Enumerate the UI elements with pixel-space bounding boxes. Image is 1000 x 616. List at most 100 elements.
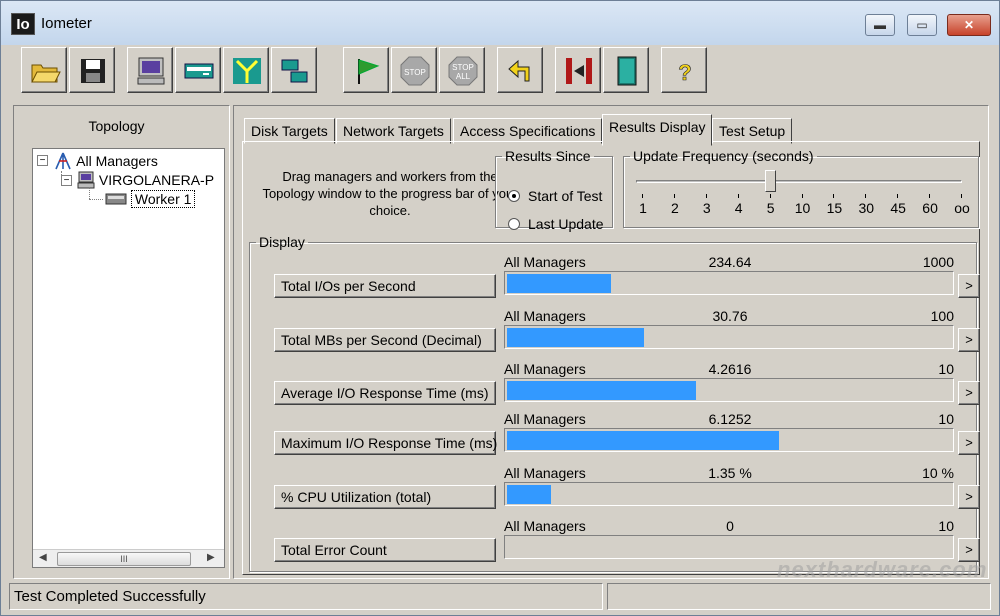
tree-label-worker: Worker 1 bbox=[130, 190, 196, 208]
iometer-app-icon: Io bbox=[11, 13, 35, 35]
scroll-right-arrow-icon[interactable]: ▶ bbox=[207, 552, 215, 563]
frequency-tick-label: 15 bbox=[826, 200, 843, 216]
topology-tree[interactable]: − All Managers − VIRGOLANERA-P Worker 1 … bbox=[32, 148, 225, 568]
frequency-tick-label: 30 bbox=[858, 200, 875, 216]
metric-progress-bar[interactable] bbox=[504, 428, 954, 452]
save-config-button[interactable] bbox=[69, 47, 115, 93]
toolbar: STOP STOP ALL ? bbox=[9, 45, 993, 99]
help-icon: ? bbox=[678, 60, 692, 86]
metric-expand-button[interactable]: > bbox=[958, 274, 980, 298]
metric-select-button-error-count[interactable]: Total Error Count bbox=[274, 538, 496, 562]
status-text: Test Completed Successfully bbox=[9, 583, 603, 610]
tree-collapse-root[interactable]: − bbox=[37, 155, 48, 166]
tree-item-manager[interactable]: VIRGOLANERA-P bbox=[77, 171, 214, 189]
update-frequency-label: Update Frequency (seconds) bbox=[633, 148, 814, 164]
title-bar[interactable]: Io Iometer ▬ ▭ ✕ bbox=[1, 1, 999, 45]
start-managers-button[interactable] bbox=[555, 47, 601, 93]
metric-max: 1000 bbox=[922, 254, 954, 270]
metric-max: 10 bbox=[938, 518, 954, 534]
maximize-button[interactable]: ▭ bbox=[907, 14, 937, 36]
new-disk-worker-button[interactable] bbox=[127, 47, 173, 93]
frequency-tick-label: 45 bbox=[890, 200, 906, 216]
results-display-panel: Drag managers and workers from the Topol… bbox=[242, 141, 980, 575]
main-pane: Disk Targets Network Targets Access Spec… bbox=[233, 105, 989, 579]
stop-icon: STOP bbox=[400, 56, 430, 86]
scroll-thumb[interactable]: III bbox=[57, 552, 191, 566]
display-group: Display All Managers 234.64 1000 Total I/Os… bbox=[249, 234, 980, 572]
all-managers-icon bbox=[55, 152, 71, 170]
frequency-tick-mark bbox=[897, 194, 899, 198]
metric-select-button-avg-response-time[interactable]: Average I/O Response Time (ms) bbox=[274, 381, 496, 405]
metric-select-button-total-mbs[interactable]: Total MBs per Second (Decimal) bbox=[274, 328, 496, 352]
open-config-button[interactable] bbox=[21, 47, 67, 93]
new-network-worker-icon bbox=[184, 63, 214, 79]
metric-expand-button[interactable]: > bbox=[958, 485, 980, 509]
radio-dot bbox=[508, 218, 520, 230]
metric-bar-fill bbox=[507, 328, 644, 347]
frequency-tick-label: oo bbox=[954, 200, 970, 216]
metric-row-max-response-time: All Managers 6.1252 10 Maximum I/O Response… bbox=[250, 411, 988, 463]
tree-item-worker[interactable]: Worker 1 bbox=[105, 190, 196, 208]
metric-bar-fill bbox=[507, 381, 696, 400]
tree-collapse-manager[interactable]: − bbox=[61, 175, 72, 186]
metric-max: 10 % bbox=[922, 465, 954, 481]
metric-select-button-total-ios[interactable]: Total I/Os per Second bbox=[274, 274, 496, 298]
frequency-tick-label: 60 bbox=[922, 200, 938, 216]
frequency-tick-label: 4 bbox=[734, 200, 743, 216]
metric-progress-bar[interactable] bbox=[504, 378, 954, 402]
help-button[interactable]: ? bbox=[661, 47, 707, 93]
frequency-tick-mark bbox=[737, 194, 739, 198]
metric-progress-bar[interactable] bbox=[504, 482, 954, 506]
stop-all-button[interactable]: STOP ALL bbox=[439, 47, 485, 93]
frequency-tick-mark bbox=[673, 194, 675, 198]
disconnect-button[interactable] bbox=[271, 47, 317, 93]
frequency-tick-mark bbox=[769, 194, 771, 198]
reset-workers-button[interactable] bbox=[497, 47, 543, 93]
metric-expand-button[interactable]: > bbox=[958, 431, 980, 455]
metric-progress-bar[interactable] bbox=[504, 271, 954, 295]
tree-item-all-managers[interactable]: All Managers bbox=[53, 151, 158, 171]
metric-expand-button[interactable]: > bbox=[958, 328, 980, 352]
topology-hscrollbar[interactable]: ◀ III ▶ bbox=[33, 549, 224, 567]
disk-worker-icon bbox=[105, 193, 127, 205]
radio-start-of-test[interactable]: Start of Test bbox=[508, 188, 602, 204]
stop-button[interactable]: STOP bbox=[391, 47, 437, 93]
frequency-tick-label: 1 bbox=[639, 200, 647, 216]
metric-manager-label: All Managers bbox=[504, 254, 586, 270]
metric-value: 6.1252 bbox=[708, 411, 752, 427]
topology-pane: Topology − All Managers − VIRGOLANERA-P bbox=[13, 105, 230, 579]
tree-line bbox=[89, 199, 103, 200]
start-tests-button[interactable] bbox=[343, 47, 389, 93]
metric-row-cpu-utilization: All Managers 1.35 % 10 % % CPU Utilization … bbox=[250, 465, 988, 517]
watermark-text: nexthardware.com bbox=[777, 557, 988, 582]
metric-select-button-cpu-utilization[interactable]: % CPU Utilization (total) bbox=[274, 485, 496, 509]
results-since-group: Results Since Start of Test Last Update bbox=[495, 148, 613, 232]
metric-progress-bar[interactable] bbox=[504, 535, 954, 559]
new-network-worker-button[interactable] bbox=[175, 47, 221, 93]
update-frequency-slider-thumb[interactable] bbox=[764, 170, 776, 192]
close-button[interactable]: ✕ bbox=[947, 14, 991, 36]
duplicate-worker-button[interactable] bbox=[223, 47, 269, 93]
metric-row-total-mbs: All Managers 30.76 100 Total MBs per Second… bbox=[250, 308, 988, 360]
svg-text:STOP: STOP bbox=[404, 68, 426, 77]
metric-value: 4.2616 bbox=[708, 361, 752, 377]
svg-text:STOP: STOP bbox=[452, 63, 474, 72]
status-panel-secondary bbox=[607, 583, 991, 610]
minimize-button[interactable]: ▬ bbox=[865, 14, 895, 36]
tab-results-display[interactable]: Results Display bbox=[602, 114, 713, 146]
duplicate-worker-icon bbox=[233, 58, 261, 84]
frequency-tick-mark bbox=[642, 194, 643, 198]
tree-line bbox=[89, 187, 90, 199]
metric-value: 1.35 % bbox=[708, 465, 752, 481]
metric-progress-bar[interactable] bbox=[504, 325, 954, 349]
tree-label-manager: VIRGOLANERA-P bbox=[98, 172, 215, 188]
update-frequency-slider-track[interactable] bbox=[636, 180, 962, 183]
exit-button[interactable] bbox=[603, 47, 649, 93]
frequency-tick-mark bbox=[929, 194, 931, 198]
metric-expand-button[interactable]: > bbox=[958, 381, 980, 405]
metric-value: 234.64 bbox=[708, 254, 752, 270]
metric-manager-label: All Managers bbox=[504, 361, 586, 377]
metric-select-button-max-response-time[interactable]: Maximum I/O Response Time (ms) bbox=[274, 431, 497, 455]
scroll-left-arrow-icon[interactable]: ◀ bbox=[39, 552, 47, 563]
radio-last-update[interactable]: Last Update bbox=[508, 216, 604, 232]
